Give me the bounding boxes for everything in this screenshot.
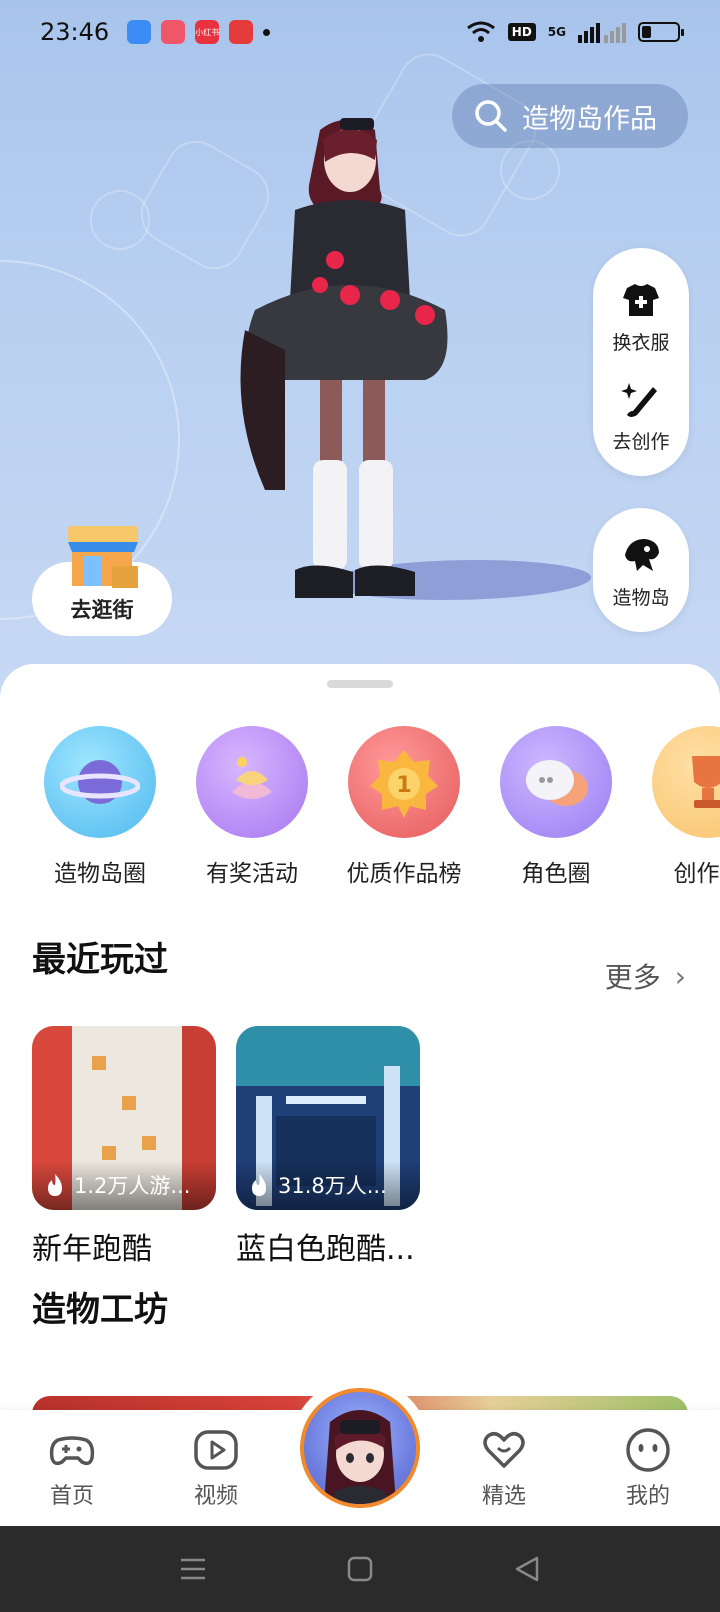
tshirt-plus-icon — [622, 284, 659, 316]
battery-icon — [638, 22, 684, 42]
category-label: 角色圈 — [521, 861, 591, 887]
svg-text:1: 1 — [396, 773, 411, 798]
category-label: 造物岛圈 — [54, 861, 146, 887]
flame-icon — [252, 1174, 266, 1196]
notification-dot — [263, 28, 271, 36]
system-icons: HD 5G — [466, 20, 684, 44]
recent-game-card[interactable]: 1.2万人游... 新年跑酷 — [32, 1026, 216, 1268]
magic-wand-icon — [620, 383, 657, 417]
island-icon — [625, 538, 659, 571]
category-creation-contest[interactable]: 创作大 — [632, 726, 720, 888]
wifi-icon — [466, 21, 495, 42]
xiaohongshu-icon: 小红书 — [195, 20, 220, 44]
category-label: 优质作品榜 — [346, 861, 462, 887]
heart-icon — [483, 1432, 525, 1468]
recent-game-card[interactable]: 31.8万人... 蓝白色跑酷... — [236, 1026, 420, 1268]
smiley-face-icon — [626, 1428, 670, 1472]
video-play-icon — [194, 1430, 238, 1470]
game-thumbnail: 31.8万人... — [236, 1026, 420, 1210]
app-icon-red — [229, 20, 254, 44]
signal-type: 5G — [547, 25, 566, 39]
more-link[interactable]: 更多 › — [605, 956, 686, 996]
change-outfit-button[interactable]: 换衣服 — [612, 278, 670, 355]
island-label: 造物岛 — [612, 586, 670, 609]
back-icon[interactable] — [509, 1551, 545, 1587]
tab-label: 精选 — [481, 1484, 526, 1509]
search-button[interactable]: 造物岛作品 — [452, 84, 688, 148]
category-top-works[interactable]: 1 优质作品榜 — [328, 726, 480, 888]
island-button[interactable]: 造物岛 — [593, 508, 689, 632]
shop-icon — [68, 526, 138, 588]
chevron-right-icon: › — [674, 959, 686, 993]
change-outfit-label: 换衣服 — [612, 332, 670, 354]
chat-bubble-icon — [500, 726, 612, 838]
sheet-handle[interactable] — [327, 680, 393, 688]
menu-icon[interactable] — [175, 1551, 211, 1587]
character-avatar[interactable] — [225, 110, 465, 630]
category-character-circle[interactable]: 角色圈 — [480, 726, 632, 888]
workshop-section-title: 造物工坊 — [32, 1290, 168, 1330]
recent-list: 1.2万人游... 新年跑酷 31.8万人... 蓝白色跑酷... — [32, 1026, 420, 1268]
flame-icon — [48, 1174, 62, 1196]
notification-icons: 小红书 — [127, 20, 254, 44]
trophy-icon — [652, 726, 720, 838]
players-count: 1.2万人游... — [32, 1160, 216, 1210]
tab-home[interactable]: 首页 — [22, 1426, 122, 1510]
hd-badge: HD — [507, 23, 536, 41]
category-rewards[interactable]: 有奖活动 — [176, 726, 328, 888]
category-label: 有奖活动 — [206, 861, 298, 887]
category-row: 造物岛圈 有奖活动 1 优质作品榜 角色圈 创作大 — [0, 726, 720, 888]
tab-label: 我的 — [625, 1484, 670, 1509]
tab-label: 首页 — [49, 1484, 94, 1509]
game-title: 新年跑酷 — [32, 1232, 152, 1267]
go-shopping-label: 去逛街 — [70, 598, 134, 622]
home-icon[interactable] — [342, 1551, 378, 1587]
more-label: 更多 — [604, 961, 661, 994]
medal-icon: 1 — [348, 726, 460, 838]
side-action-panel: 换衣服 去创作 — [593, 248, 689, 476]
tab-video[interactable]: 视频 — [166, 1426, 266, 1510]
tab-me[interactable]: 我的 — [598, 1426, 698, 1510]
search-icon — [475, 100, 507, 132]
tab-featured[interactable]: 精选 — [454, 1426, 554, 1510]
game-thumbnail: 1.2万人游... — [32, 1026, 216, 1210]
app-icon-pink — [161, 20, 186, 44]
create-label: 去创作 — [612, 431, 670, 453]
gift-spiral-icon — [196, 726, 308, 838]
search-label: 造物岛作品 — [522, 103, 657, 135]
players-count: 31.8万人... — [236, 1160, 420, 1210]
system-navigation-bar — [0, 1526, 720, 1612]
status-time: 23:46 — [40, 18, 110, 46]
recent-section-title: 最近玩过 — [32, 940, 168, 980]
category-label: 创作大 — [673, 861, 720, 887]
game-title: 蓝白色跑酷... — [236, 1232, 415, 1267]
signal-icon — [578, 23, 626, 43]
avatar — [324, 1410, 396, 1504]
planet-icon — [44, 726, 156, 838]
status-bar: 23:46 小红书 HD 5G — [0, 0, 720, 64]
gamepad-icon — [49, 1436, 95, 1466]
tab-label: 视频 — [193, 1484, 238, 1509]
bottom-sheet: 造物岛圈 有奖活动 1 优质作品榜 角色圈 创作大 最近玩过 — [0, 664, 720, 1410]
go-shopping-button[interactable]: 去逛街 — [32, 516, 172, 636]
category-island-circle[interactable]: 造物岛圈 — [24, 726, 176, 888]
my-avatar-button[interactable] — [300, 1388, 420, 1508]
create-button[interactable]: 去创作 — [612, 377, 670, 454]
app-icon-blue — [127, 20, 152, 44]
